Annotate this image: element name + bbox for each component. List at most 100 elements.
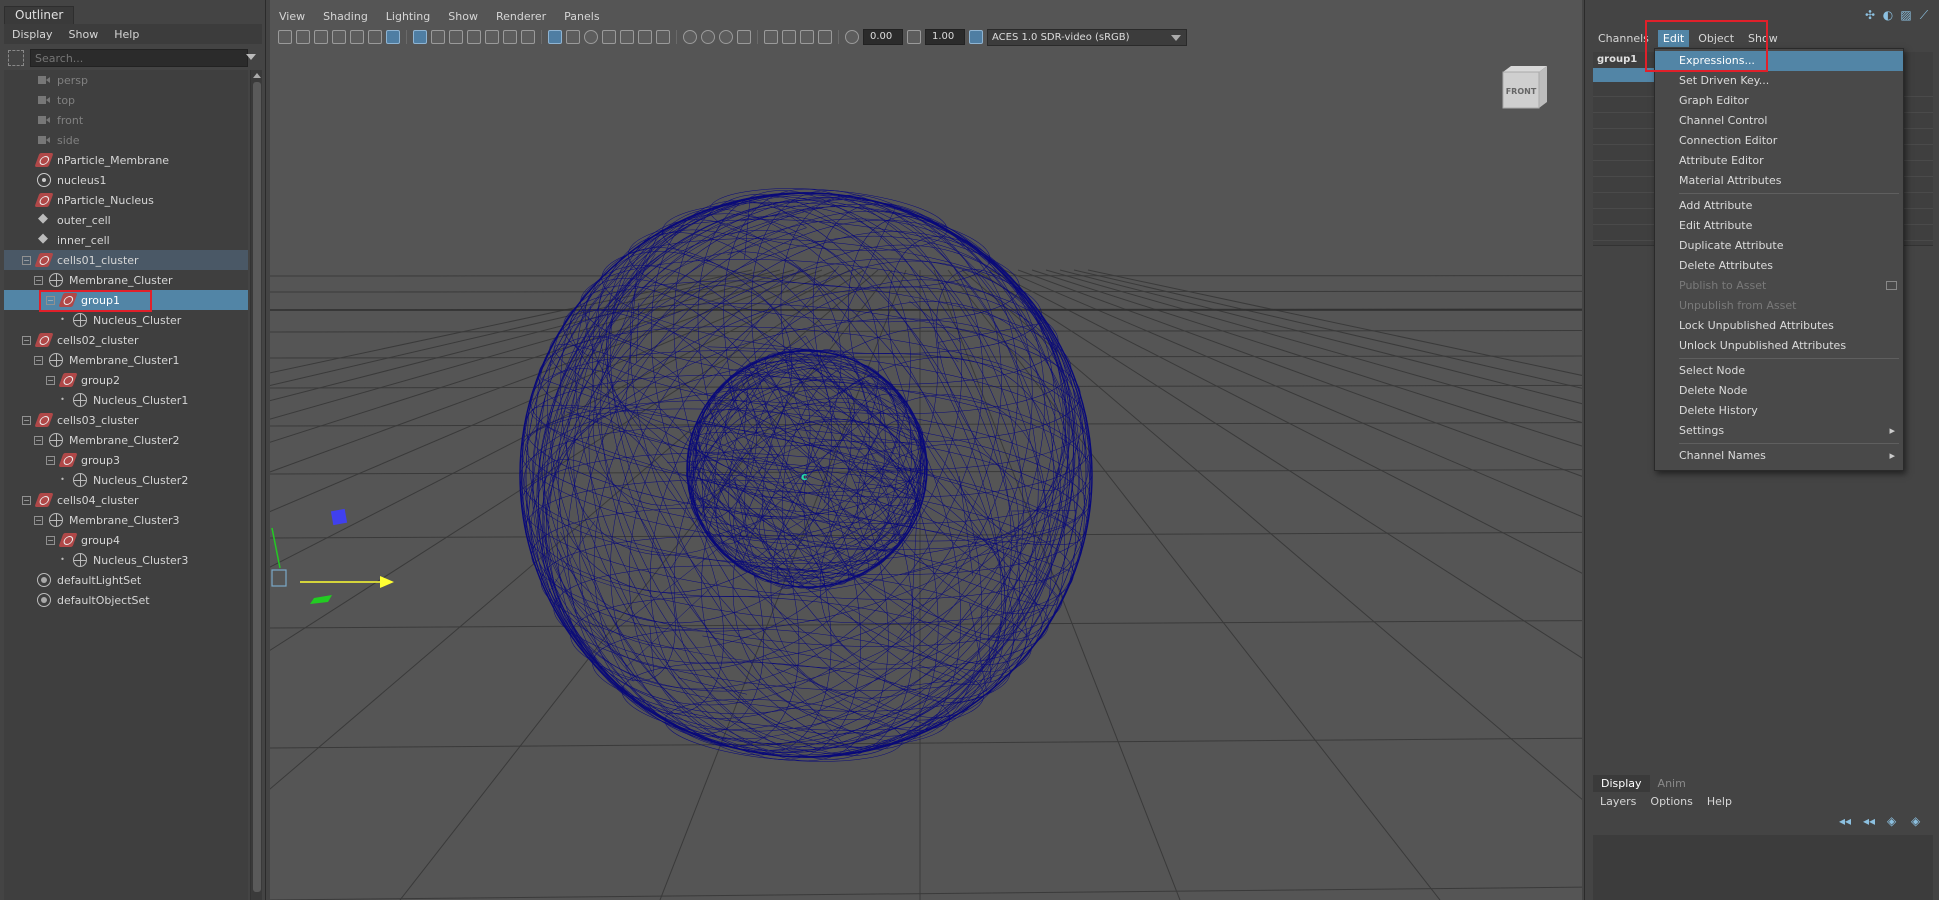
camera-attributes-icon[interactable] <box>296 30 310 44</box>
safe-action-icon[interactable] <box>503 30 517 44</box>
color-space-select[interactable]: ACES 1.0 SDR-video (sRGB) <box>987 28 1187 46</box>
channel-box-menu-channels[interactable]: Channels <box>1593 30 1654 47</box>
outliner-row-top[interactable]: top <box>4 90 248 110</box>
collapse-toggle-icon[interactable]: − <box>34 355 43 365</box>
2d-pan-zoom-icon[interactable] <box>350 30 364 44</box>
tab-anim[interactable]: Anim <box>1650 775 1694 792</box>
search-dropdown-icon[interactable] <box>246 54 256 60</box>
layer-menu-layers[interactable]: Layers <box>1593 793 1643 810</box>
select-camera-icon[interactable] <box>278 30 292 44</box>
outliner-row-group3[interactable]: − group3 <box>4 450 248 470</box>
outliner-title-tab[interactable]: Outliner <box>4 6 75 24</box>
ambient-occlusion-icon[interactable] <box>683 30 697 44</box>
menu-item-channel-control[interactable]: Channel Control <box>1655 111 1903 131</box>
outliner-scrollbar[interactable] <box>250 70 262 900</box>
collapse-toggle-icon[interactable]: − <box>22 495 31 505</box>
menu-item-attribute-editor[interactable]: Attribute Editor <box>1655 151 1903 171</box>
collapse-toggle-icon[interactable]: − <box>46 455 55 465</box>
outliner-row-nucleus1[interactable]: nucleus1 <box>4 170 248 190</box>
outliner-row-defaultobjectset[interactable]: defaultObjectSet <box>4 590 248 610</box>
collapse-toggle-icon[interactable]: − <box>46 295 55 305</box>
viewport-menu-lighting[interactable]: Lighting <box>377 10 439 23</box>
move-layer-down-icon[interactable]: ◂◂ <box>1863 815 1881 827</box>
tool-settings-icon[interactable]: ▨ <box>1899 8 1913 22</box>
outliner-row-cells01-cluster[interactable]: − cells01_cluster <box>4 250 248 270</box>
menu-item-settings[interactable]: Settings <box>1655 421 1903 441</box>
viewport-menu-show[interactable]: Show <box>439 10 487 23</box>
exposure-field[interactable]: 0.00 <box>863 29 903 45</box>
outliner-row-inner-cell[interactable]: inner_cell <box>4 230 248 250</box>
collapse-toggle-icon[interactable]: − <box>22 255 31 265</box>
outliner-row-cells03-cluster[interactable]: − cells03_cluster <box>4 410 248 430</box>
viewport-scene[interactable]: c <box>270 48 1582 900</box>
outliner-row-group2[interactable]: − group2 <box>4 370 248 390</box>
menu-item-set-driven-key[interactable]: Set Driven Key... <box>1655 71 1903 91</box>
menu-item-channel-names[interactable]: Channel Names <box>1655 446 1903 466</box>
default-material-icon[interactable] <box>584 30 598 44</box>
collapse-toggle-icon[interactable]: − <box>46 535 55 545</box>
isolate-view-icon[interactable] <box>764 30 778 44</box>
field-chart-icon[interactable] <box>485 30 499 44</box>
outliner-menu-show[interactable]: Show <box>61 28 107 41</box>
tab-display[interactable]: Display <box>1593 775 1650 792</box>
outliner-row-nparticle-nucleus[interactable]: nParticle_Nucleus <box>4 190 248 210</box>
new-layer-icon[interactable]: ◈ <box>1887 815 1905 827</box>
outliner-row-nucleus-cluster2[interactable]: • Nucleus_Cluster2 <box>4 470 248 490</box>
outliner-row-membrane-cluster[interactable]: − Membrane_Cluster <box>4 270 248 290</box>
bookmarks-icon[interactable] <box>314 30 328 44</box>
channel-box-menu-edit[interactable]: Edit <box>1657 29 1690 47</box>
film-gate-icon[interactable] <box>431 30 445 44</box>
layer-menu-options[interactable]: Options <box>1643 793 1699 810</box>
textured-icon[interactable] <box>620 30 634 44</box>
motion-blur-icon[interactable] <box>701 30 715 44</box>
collapse-toggle-icon[interactable]: − <box>34 515 43 525</box>
channel-box-node-name[interactable]: group1 <box>1597 54 1637 65</box>
channel-box-menu-object[interactable]: Object <box>1693 30 1739 47</box>
outliner-row-side[interactable]: side <box>4 130 248 150</box>
viewport-menu-renderer[interactable]: Renderer <box>487 10 555 23</box>
collapse-toggle-icon[interactable]: − <box>22 415 31 425</box>
menu-item-select-node[interactable]: Select Node <box>1655 361 1903 381</box>
smooth-shade-icon[interactable] <box>566 30 580 44</box>
outliner-row-group1[interactable]: − group1 <box>4 290 248 310</box>
outliner-row-membrane-cluster3[interactable]: − Membrane_Cluster3 <box>4 510 248 530</box>
select-filter-icon[interactable] <box>8 50 24 66</box>
outliner-row-cells02-cluster[interactable]: − cells02_cluster <box>4 330 248 350</box>
layer-menu-help[interactable]: Help <box>1700 793 1739 810</box>
outliner-search-input[interactable] <box>30 49 248 67</box>
grease-pencil-icon[interactable] <box>368 30 382 44</box>
anti-aliasing-icon[interactable] <box>719 30 733 44</box>
outliner-row-front[interactable]: front <box>4 110 248 130</box>
scroll-up-icon[interactable] <box>252 73 261 78</box>
collapse-toggle-icon[interactable]: − <box>34 435 43 445</box>
resolution-gate-icon[interactable] <box>449 30 463 44</box>
menu-item-delete-node[interactable]: Delete Node <box>1655 381 1903 401</box>
scrollbar-thumb[interactable] <box>253 82 261 892</box>
depth-of-field-icon[interactable] <box>737 30 751 44</box>
safe-title-icon[interactable] <box>521 30 535 44</box>
outliner-row-membrane-cluster1[interactable]: − Membrane_Cluster1 <box>4 350 248 370</box>
menu-item-unlock-unpublished-attributes[interactable]: Unlock Unpublished Attributes <box>1655 336 1903 356</box>
viewport-menu-shading[interactable]: Shading <box>314 10 377 23</box>
xray-joints-icon[interactable] <box>800 30 814 44</box>
collapse-toggle-icon[interactable]: − <box>46 375 55 385</box>
attribute-editor-icon[interactable]: ◐ <box>1881 8 1895 22</box>
xray-components-icon[interactable] <box>818 30 832 44</box>
menu-item-delete-attributes[interactable]: Delete Attributes <box>1655 256 1903 276</box>
outliner-menu-help[interactable]: Help <box>106 28 147 41</box>
image-plane-icon[interactable] <box>332 30 346 44</box>
outliner-menu-display[interactable]: Display <box>4 28 61 41</box>
menu-item-duplicate-attribute[interactable]: Duplicate Attribute <box>1655 236 1903 256</box>
move-layer-up-icon[interactable]: ◂◂ <box>1839 815 1857 827</box>
new-layer-selected-icon[interactable]: ◈ <box>1911 815 1929 827</box>
menu-item-lock-unpublished-attributes[interactable]: Lock Unpublished Attributes <box>1655 316 1903 336</box>
viewcube[interactable]: FRONT <box>1499 64 1547 110</box>
color-management-icon[interactable] <box>969 30 983 44</box>
outliner-row-nucleus-cluster1[interactable]: • Nucleus_Cluster1 <box>4 390 248 410</box>
outliner-row-outer-cell[interactable]: outer_cell <box>4 210 248 230</box>
gamma-field[interactable]: 1.00 <box>925 29 965 45</box>
outliner-row-nparticle-membrane[interactable]: nParticle_Membrane <box>4 150 248 170</box>
gamma-icon[interactable] <box>907 30 921 44</box>
wireframe-on-shaded-icon[interactable] <box>602 30 616 44</box>
outliner-row-defaultlightset[interactable]: defaultLightSet <box>4 570 248 590</box>
